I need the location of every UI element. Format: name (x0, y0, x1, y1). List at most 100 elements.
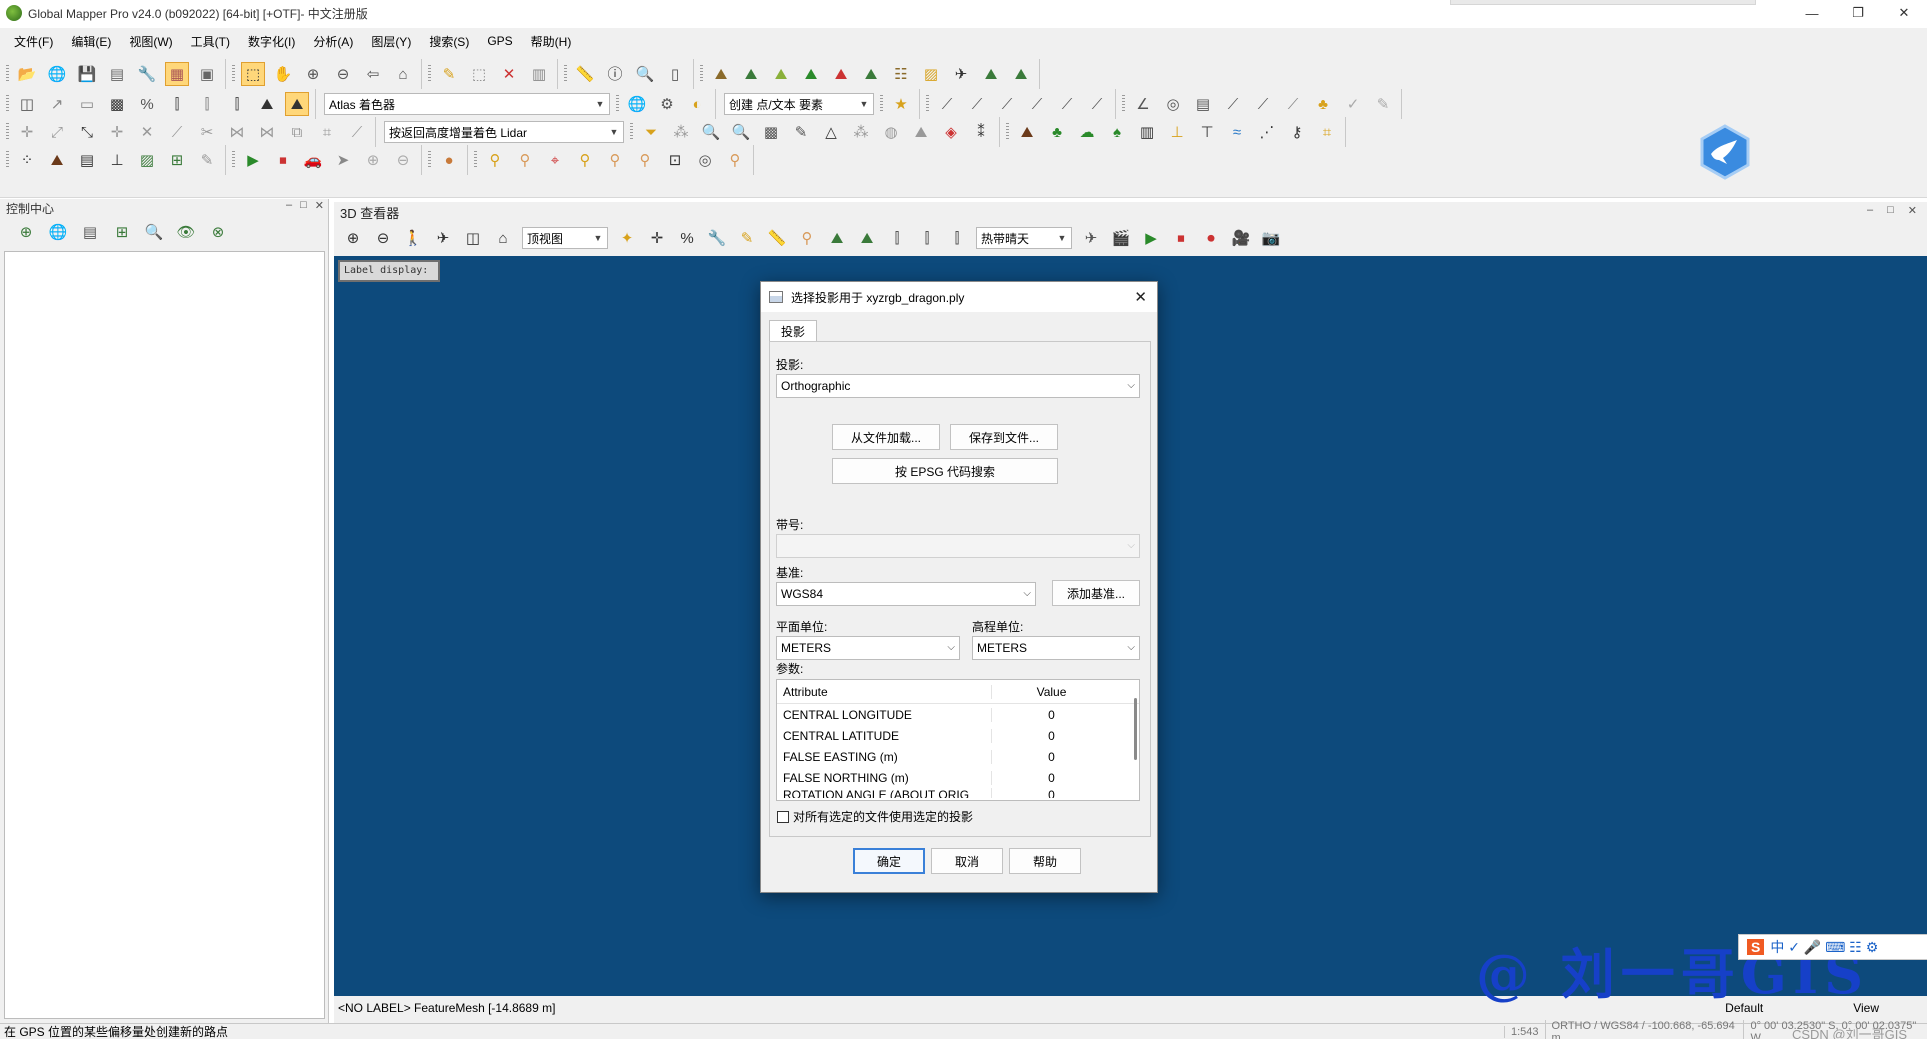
viewer-minimize-button[interactable]: – (1867, 204, 1873, 217)
line-edit-icon-2[interactable]: ⟋ (965, 92, 989, 116)
tree-cluster-icon[interactable]: ♣ (1311, 92, 1335, 116)
terrain-view-icon-2[interactable]: ⛰ (855, 226, 879, 250)
contour-icon[interactable]: ⛰ (739, 62, 763, 86)
tab-projection[interactable]: 投影 (769, 320, 817, 342)
pencil-view-icon[interactable]: ✎ (735, 226, 759, 250)
cut-fill-icon[interactable]: ⛰ (859, 62, 883, 86)
menu-file[interactable]: 文件(F) (14, 33, 53, 50)
route-icon[interactable]: ➤ (331, 148, 355, 172)
globe-icon[interactable]: 🌐 (45, 62, 69, 86)
minimize-button[interactable]: — (1789, 0, 1835, 26)
marker-icon-6[interactable]: ⚲ (723, 148, 747, 172)
watershed-icon[interactable]: ⛰ (799, 62, 823, 86)
station-icon[interactable]: ⊥ (105, 148, 129, 172)
parameters-table[interactable]: Attribute Value CENTRAL LONGITUDE 0 CENT… (776, 679, 1140, 801)
no-fly-icon[interactable]: ✈ (1079, 226, 1103, 250)
split-icon[interactable]: ✕ (135, 120, 159, 144)
path-icon[interactable]: ↗ (45, 92, 69, 116)
play-icon[interactable]: ▶ (241, 148, 265, 172)
cube-icon[interactable]: ◫ (461, 226, 485, 250)
layers-icon[interactable]: ▤ (105, 62, 129, 86)
surface-icon[interactable]: ⛰ (909, 120, 933, 144)
terrain-profile-icon[interactable]: ⛰ (709, 62, 733, 86)
noise-icon[interactable]: ⁑ (969, 120, 993, 144)
vegetation-icon[interactable]: ♣ (1045, 120, 1069, 144)
table-row[interactable]: CENTRAL LATITUDE 0 (777, 725, 1139, 746)
pencil-icon[interactable]: ✎ (437, 62, 461, 86)
split-view-icon[interactable]: ◫ (15, 92, 39, 116)
sphere-icon[interactable]: ◍ (879, 120, 903, 144)
lidar-class-icon[interactable]: ⛰ (1009, 62, 1033, 86)
apply-all-checkbox[interactable] (777, 810, 789, 823)
globe-grid-icon[interactable]: 🌐 (625, 92, 649, 116)
building-icon[interactable]: ▥ (1135, 120, 1159, 144)
gps-track-icon[interactable]: ⁘ (15, 148, 39, 172)
table-row[interactable]: FALSE NORTHING (m) 0 (777, 767, 1139, 788)
properties-icon[interactable]: ▥ (527, 62, 551, 86)
menu-edit[interactable]: 编辑(E) (71, 33, 111, 50)
edit-lidar-icon[interactable]: ✎ (789, 120, 813, 144)
menu-analysis[interactable]: 分析(A) (313, 33, 353, 50)
back-arrow-icon[interactable]: ⇦ (361, 62, 385, 86)
stop-icon[interactable]: ⏹ (271, 148, 295, 172)
crosshair-icon[interactable]: ⌖ (543, 148, 567, 172)
merge-icon[interactable]: ⋈ (255, 120, 279, 144)
line-icon[interactable]: ⟋ (165, 120, 189, 144)
lidar-color-combo[interactable]: 按返回高度增量着色 Lidar ▼ (384, 121, 624, 143)
marker-icon-4[interactable]: ⚲ (603, 148, 627, 172)
create-feature-combo[interactable]: 创建 点/文本 要素 ▼ (724, 93, 874, 115)
planar-units-select[interactable]: METERS ⌵ (776, 636, 960, 660)
measure-view-icon[interactable]: 📏 (765, 226, 789, 250)
path-profile-icon[interactable]: ⛰ (979, 62, 1003, 86)
load-from-file-button[interactable]: 从文件加载... (832, 424, 940, 450)
panel-maximize-button[interactable]: □ (300, 199, 307, 212)
line-edit-icon-5[interactable]: ⟋ (1055, 92, 1079, 116)
grid-class-icon[interactable]: ⌗ (1315, 120, 1339, 144)
ruler-icon[interactable]: ▤ (1191, 92, 1215, 116)
elevation-units-select[interactable]: METERS ⌵ (972, 636, 1140, 660)
walk-icon[interactable]: 🚶 (401, 226, 425, 250)
move-vertex-icon[interactable]: ✛ (15, 120, 39, 144)
volume-icon[interactable]: ⛰ (829, 62, 853, 86)
powerline-icon[interactable]: ⊤ (1195, 120, 1219, 144)
fly-icon[interactable]: ✈ (431, 226, 455, 250)
reshape-icon[interactable]: ⤡ (75, 120, 99, 144)
menu-view[interactable]: 视图(W) (129, 33, 172, 50)
crop-icon[interactable]: ⌗ (315, 120, 339, 144)
search-epsg-button[interactable]: 按 EPSG 代码搜索 (832, 458, 1058, 484)
line-edit-icon-1[interactable]: ⟋ (935, 92, 959, 116)
panel-minimize-button[interactable]: – (286, 199, 292, 212)
settings-gear-icon[interactable]: ⚙ (655, 92, 679, 116)
edit-check-icon[interactable]: ✎ (1371, 92, 1395, 116)
layers-stack-icon[interactable]: ◈ (939, 120, 963, 144)
panel-close-button[interactable]: ✕ (315, 199, 324, 212)
table-row[interactable]: FALSE EASTING (m) 0 (777, 746, 1139, 767)
grid-pattern-icon[interactable]: ▩ (759, 120, 783, 144)
gps-device-icon[interactable]: ▯ (663, 62, 687, 86)
earth-icon[interactable]: ● (437, 148, 461, 172)
road-icon[interactable]: ⋰ (1255, 120, 1279, 144)
lidar-view-icon[interactable]: ⫿ (885, 226, 909, 250)
menu-search[interactable]: 搜索(S) (429, 33, 469, 50)
key-icon[interactable]: ⚷ (1285, 120, 1309, 144)
join-icon[interactable]: ⋈ (225, 120, 249, 144)
dialog-close-button[interactable]: ✕ (1134, 288, 1147, 306)
weather-combo[interactable]: 热带晴天 ▼ (976, 227, 1072, 249)
copy-icon[interactable]: ⧉ (285, 120, 309, 144)
menu-tools[interactable]: 工具(T) (191, 33, 230, 50)
ground-icon[interactable]: ⛰ (1015, 120, 1039, 144)
lidar-view-icon-3[interactable]: ⫿ (945, 226, 969, 250)
mountain-icon[interactable]: ⛰ (45, 148, 69, 172)
clapperboard-icon[interactable]: 🎬 (1109, 226, 1133, 250)
datum-select[interactable]: WGS84 ⌵ (776, 582, 1036, 606)
shader-combo[interactable]: Atlas 着色器 ▼ (324, 93, 610, 115)
pole-icon[interactable]: ⊥ (1165, 120, 1189, 144)
water-icon[interactable]: ≈ (1225, 120, 1249, 144)
check-icon[interactable]: ✓ (1341, 92, 1365, 116)
attribute-table-icon[interactable]: ▤ (78, 220, 102, 244)
find-icon[interactable]: 🔍 (633, 62, 657, 86)
config-icon[interactable]: ▣ (195, 62, 219, 86)
globe-layer-icon[interactable]: 🌐 (46, 220, 70, 244)
percent-view-icon[interactable]: % (675, 226, 699, 250)
target-icon[interactable]: ◎ (1161, 92, 1185, 116)
